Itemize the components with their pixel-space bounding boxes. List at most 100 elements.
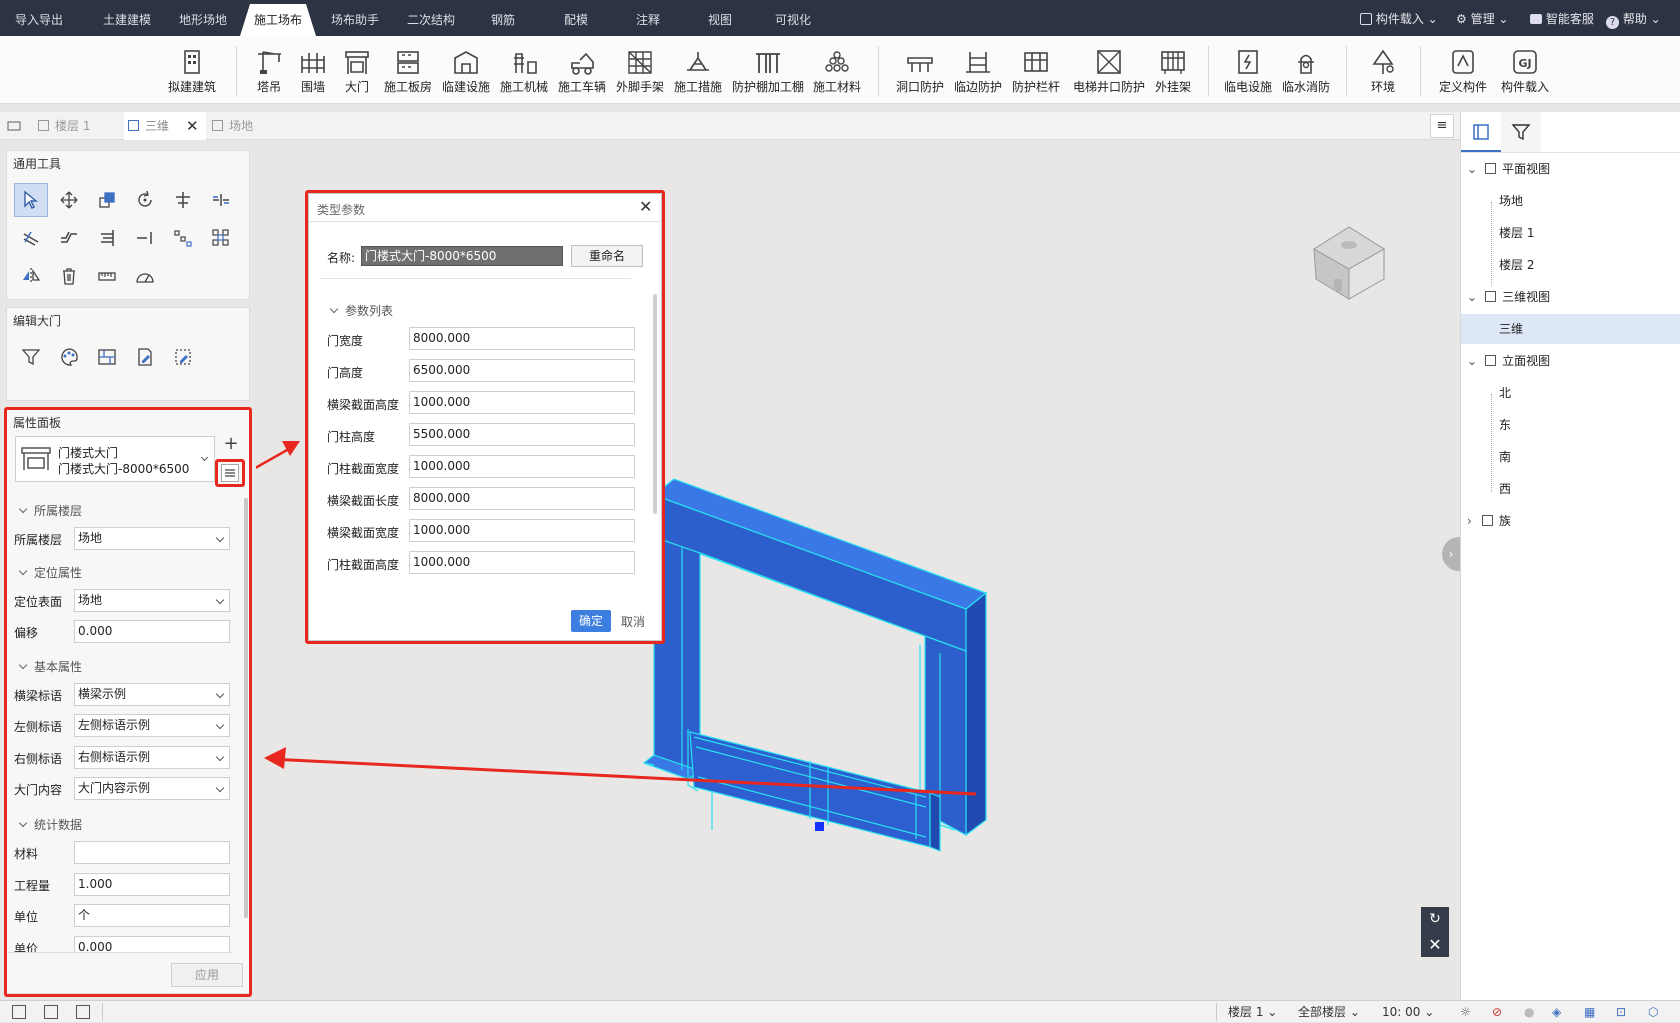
tree-3d-views[interactable]: ⌄ 三维视图 [1461,282,1680,312]
hanging-frame-button[interactable]: 外挂架 [1150,36,1196,104]
split-tool[interactable] [204,183,238,217]
tree-item-north[interactable]: 北 [1461,378,1680,408]
tab-import-export[interactable]: 导入导出 [2,0,76,36]
load-component-button[interactable]: GJ 构件载入 [1494,36,1556,104]
mirror-tool[interactable] [14,259,48,293]
render-icon[interactable]: ◈ [1552,1001,1561,1023]
proposed-building-button[interactable]: 拟建建筑 [160,36,224,104]
panel-toggle-icon[interactable] [6,118,22,134]
delete-tool[interactable] [52,259,86,293]
close-icon[interactable]: ✕ [1421,932,1449,957]
temp-water-fire-button[interactable]: 临水消防 [1278,36,1334,104]
tab-view[interactable]: 视图 [684,0,756,36]
offset-tool[interactable] [14,221,48,255]
layout-dual-icon[interactable] [44,1005,58,1019]
opening-protection-button[interactable]: 洞口防护 [892,36,948,104]
zoom-fit-icon[interactable]: ⊡ [1616,1001,1626,1023]
gate-3d-model[interactable] [640,475,990,875]
tower-crane-button[interactable]: 塔吊 [248,36,290,104]
floor-selector[interactable]: 楼层 1 ⌄ [1228,1001,1277,1023]
guardrail-button[interactable]: 防护栏杆 [1008,36,1064,104]
edit-properties-tool[interactable] [128,340,162,374]
move-tool[interactable] [52,183,86,217]
tree-plan-views[interactable]: ⌄ 平面视图 [1461,154,1680,184]
smart-service-button[interactable]: 智能客服 [1530,0,1602,36]
elevator-shaft-protection-button[interactable]: 电梯井口防护 [1068,36,1150,104]
tab-visualization[interactable]: 可视化 [756,0,830,36]
sun-icon[interactable]: ☼ [1460,1001,1471,1023]
color-tool[interactable] [52,340,86,374]
tab-rebar[interactable]: 钢筋 [470,0,536,36]
tab-layout-assistant[interactable]: 场布助手 [318,0,392,36]
extend-tool[interactable] [52,221,86,255]
tab-3d-view[interactable]: 三维 ✕ [124,112,206,140]
grid-icon[interactable]: ▦ [1584,1001,1595,1023]
trim-tool[interactable] [90,221,124,255]
tab-site[interactable]: 场地 [208,112,292,140]
tree-item-west[interactable]: 西 [1461,474,1680,504]
lightbulb-icon[interactable]: ● [1524,1001,1534,1023]
manage-menu[interactable]: ⚙ 管理 ⌄ [1456,0,1524,36]
filter-tab[interactable] [1501,112,1541,152]
protective-shed-button[interactable]: 防护棚加工棚 [730,36,806,104]
array-tool[interactable] [166,221,200,255]
select-tool[interactable] [14,183,48,217]
tab-terrain-site[interactable]: 地形场地 [166,0,240,36]
temporary-facility-button[interactable]: 临建设施 [438,36,494,104]
filter-tool[interactable] [14,340,48,374]
tree-item-south[interactable]: 南 [1461,442,1680,472]
menu-icon[interactable]: ≡ [1430,114,1454,138]
help-menu[interactable]: ? 帮助 ⌄ [1606,0,1670,36]
copy-tool[interactable] [90,183,124,217]
layout-quad-icon[interactable] [76,1005,90,1019]
load-component-menu[interactable]: 构件载入 ⌄ [1360,0,1446,36]
tree-item-east[interactable]: 东 [1461,410,1680,440]
align-tool[interactable] [166,183,200,217]
fence-button[interactable]: 围墙 [292,36,334,104]
tree-item-site[interactable]: 场地 [1461,186,1680,216]
tab-floor-1[interactable]: 楼层 1 [30,112,122,140]
edge-protection-button[interactable]: 临边防护 [950,36,1006,104]
fence-icon [301,53,325,73]
break-tool[interactable] [128,221,162,255]
layout-single-icon[interactable] [12,1005,26,1019]
tab-construction-layout[interactable]: 施工场布 [240,0,316,36]
measure-tool[interactable] [90,259,124,293]
browser-tab[interactable] [1461,112,1501,152]
construction-machinery-button[interactable]: 施工机械 [496,36,552,104]
expand-panel-handle[interactable]: › [1442,537,1460,571]
batch-edit-tool[interactable] [166,340,200,374]
view-cube-icon[interactable] [1304,219,1394,305]
all-floors-selector[interactable]: 全部楼层 ⌄ [1298,1001,1360,1023]
search-disabled-icon[interactable]: ⊘ [1492,1001,1502,1023]
close-tab-icon[interactable]: ✕ [186,112,199,140]
construction-measures-button[interactable]: 施工措施 [670,36,726,104]
selection-grip[interactable] [815,822,824,831]
tab-annotation[interactable]: 注释 [612,0,684,36]
time-selector[interactable]: 10: 00 ⌄ [1382,1001,1434,1023]
gate-button[interactable]: 大门 [336,36,378,104]
material-tool[interactable] [90,340,124,374]
define-component-button[interactable]: 定义构件 [1432,36,1494,104]
environment-button[interactable]: 环境 [1360,36,1406,104]
tree-item-floor-2[interactable]: 楼层 2 [1461,250,1680,280]
temp-electrical-button[interactable]: 临电设施 [1220,36,1276,104]
divider [1461,152,1680,153]
site-office-button[interactable]: 施工板房 [380,36,436,104]
construction-materials-button[interactable]: 施工材料 [808,36,866,104]
tree-item-floor-1[interactable]: 楼层 1 [1461,218,1680,248]
rotate-tool[interactable] [128,183,162,217]
angle-measure-tool[interactable] [128,259,162,293]
tree-item-3d[interactable]: 三维 [1461,314,1680,344]
external-scaffold-button[interactable]: 外脚手架 [612,36,668,104]
hanging-frame-icon [1161,51,1185,74]
reset-view-icon[interactable]: ↻ [1421,907,1449,932]
tree-elevation-views[interactable]: ⌄ 立面视图 [1461,346,1680,376]
grid-array-tool[interactable] [204,221,238,255]
tab-secondary-structure[interactable]: 二次结构 [394,0,468,36]
construction-vehicle-button[interactable]: 施工车辆 [554,36,610,104]
tab-civil-modeling[interactable]: 土建建模 [90,0,164,36]
tree-family[interactable]: › 族 [1461,506,1680,536]
cube-view-icon[interactable]: ⬡ [1648,1001,1658,1023]
tab-formwork[interactable]: 配模 [540,0,612,36]
